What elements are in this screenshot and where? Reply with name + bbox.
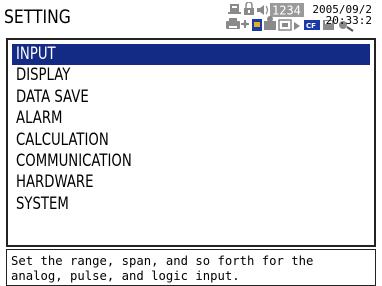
menu-item-label: DISPLAY [16,65,71,86]
menu-item-label: COMMUNICATION [16,150,132,171]
menu-item-data-save[interactable]: DATA SAVE [12,87,370,108]
menu-item-label: DATA SAVE [16,86,89,107]
page-title: SETTING [4,6,71,28]
menu-item-calculation[interactable]: CALCULATION [12,130,370,151]
help-message: Set the range, span, and so forth for th… [6,249,376,286]
printer-icon [226,18,240,29]
arrow-icon [294,22,300,30]
time-text: 20:33:2 [325,14,372,27]
lock-icon [244,1,254,15]
network-icon [241,20,249,28]
datetime: 2005/09/2 20:33:2 [312,4,372,26]
help-line-2: analog, pulse, and logic input. [11,268,240,283]
help-line-1: Set the range, span, and so forth for th… [11,253,314,268]
menu-item-input[interactable]: INPUT [12,44,370,66]
status-bar: 1234 CF 2005/09/2 20:33:2 [226,1,372,32]
key-lock-icon [252,19,262,31]
menu-item-system[interactable]: SYSTEM [12,194,370,215]
menu-item-label: SYSTEM [16,193,69,214]
menu-item-label: HARDWARE [16,172,94,193]
settings-menu: INPUT DISPLAY DATA SAVE ALARM CALCULATIO… [6,38,376,247]
menu-list: INPUT DISPLAY DATA SAVE ALARM CALCULATIO… [12,44,370,215]
menu-item-alarm[interactable]: ALARM [12,108,370,129]
counter-text: 1234 [272,4,301,18]
meter-icon [228,4,241,14]
menu-item-label: CALCULATION [16,129,109,150]
display-icon [278,19,292,31]
counter-display: 1234 [270,3,304,18]
sound-icon [257,5,269,15]
menu-item-hardware[interactable]: HARDWARE [12,172,370,193]
menu-item-label: ALARM [16,108,63,129]
user-icon [264,16,276,30]
menu-item-communication[interactable]: COMMUNICATION [12,151,370,172]
menu-item-display[interactable]: DISPLAY [12,65,370,86]
menu-item-label: INPUT [16,44,56,64]
